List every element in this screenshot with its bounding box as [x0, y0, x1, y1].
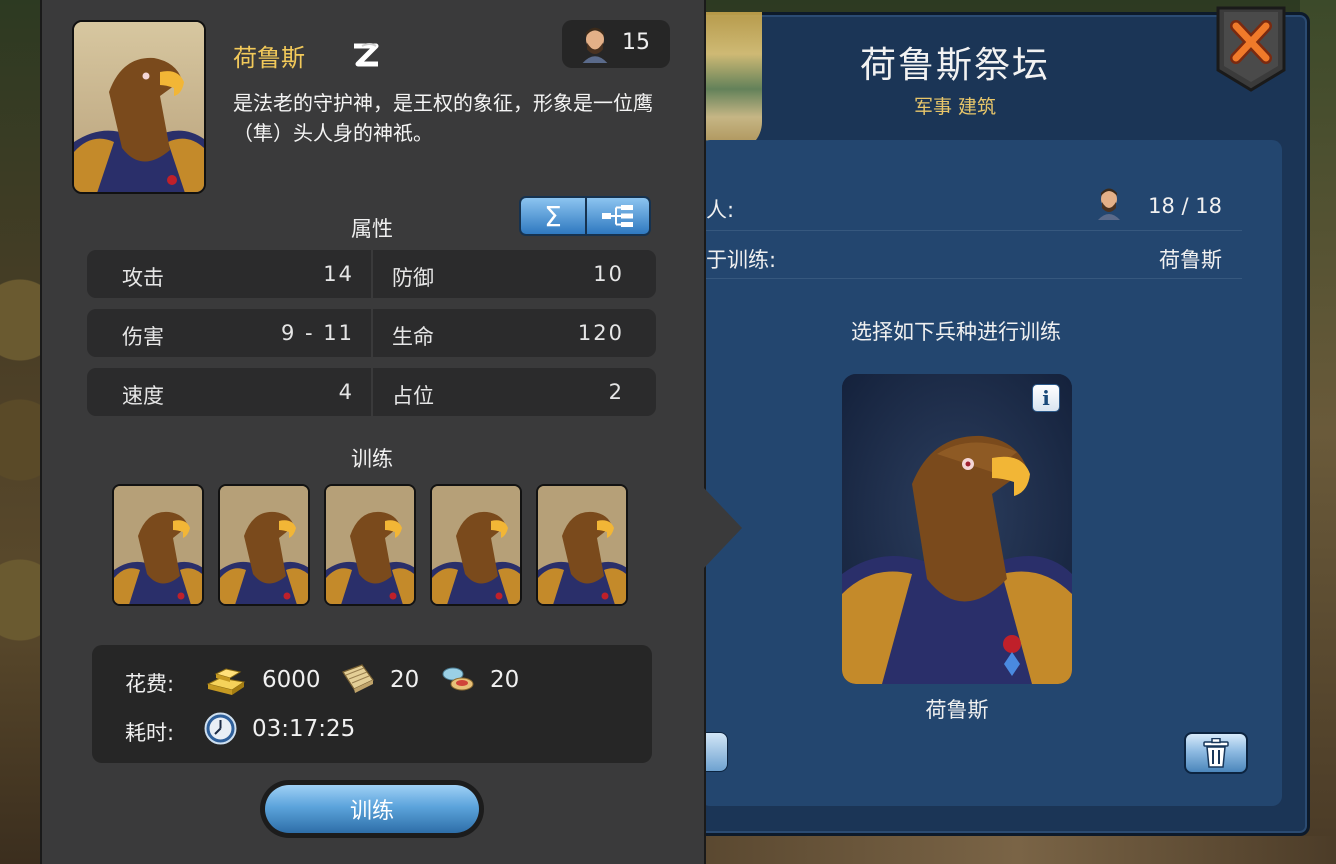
tier-2-icon	[354, 43, 379, 67]
gems-icon	[442, 667, 474, 691]
close-icon	[1216, 6, 1286, 92]
gold-icon	[206, 668, 246, 695]
time-label: 耗时:	[125, 721, 175, 745]
damage-label: 伤害	[122, 325, 164, 349]
training-slot[interactable]	[218, 484, 310, 606]
horus-thumb	[538, 486, 626, 604]
horus-thumb	[326, 486, 414, 604]
close-button[interactable]	[1216, 6, 1286, 92]
row-divider	[706, 278, 1242, 279]
tree-icon	[601, 205, 633, 227]
horus-thumb	[220, 486, 308, 604]
training-slot[interactable]	[112, 484, 204, 606]
unit-card-name: 荷鲁斯	[925, 698, 989, 722]
damage-value: 9 - 11	[280, 321, 354, 345]
map-bottom-strip	[700, 836, 1336, 864]
popup-pointer	[704, 488, 742, 568]
train-button[interactable]: 训练	[260, 780, 484, 838]
attack-value: 14	[323, 262, 354, 286]
training-slot[interactable]	[430, 484, 522, 606]
training-time: 03:17:25	[252, 716, 356, 742]
training-slot[interactable]	[324, 484, 416, 606]
choose-unit-prompt: 选择如下兵种进行训练	[851, 320, 1061, 344]
population-row-label: 人:	[706, 198, 735, 222]
horus-thumb	[432, 486, 520, 604]
population-icon	[582, 27, 608, 63]
size-label: 占位	[392, 384, 434, 408]
clock-icon	[204, 712, 237, 745]
health-label: 生命	[392, 325, 434, 349]
unit-portrait	[72, 20, 206, 194]
sum-view-button[interactable]: Σ	[521, 198, 585, 234]
unit-info-button[interactable]: i	[1032, 384, 1060, 412]
stat-divider	[371, 368, 373, 416]
altar-statue-art	[700, 12, 762, 152]
train-button-label: 训练	[265, 785, 479, 833]
trash-icon	[1203, 738, 1229, 768]
training-row-label: 于训练:	[706, 248, 777, 272]
population-value: 18 / 18	[1148, 194, 1222, 218]
unit-name-title: 荷鲁斯	[233, 44, 305, 72]
stat-divider	[371, 309, 373, 357]
papyrus-cost: 20	[390, 667, 420, 693]
gold-cost: 6000	[262, 667, 321, 693]
speed-label: 速度	[122, 384, 164, 408]
trash-button[interactable]	[1184, 732, 1248, 774]
training-unit-value: 荷鲁斯	[1159, 248, 1222, 272]
horus-portrait-small	[74, 22, 204, 192]
training-title: 训练	[351, 447, 393, 471]
population-cost-box	[562, 20, 670, 68]
defense-value: 10	[593, 262, 624, 286]
papyrus-icon	[342, 664, 374, 693]
tree-view-button[interactable]	[584, 198, 649, 234]
attributes-title: 属性	[351, 217, 393, 241]
row-divider	[706, 230, 1242, 231]
horus-thumb	[114, 486, 202, 604]
size-value: 2	[608, 380, 624, 404]
defense-label: 防御	[392, 266, 434, 290]
population-cost-value: 15	[622, 30, 650, 55]
stat-divider	[371, 250, 373, 298]
altar-subtitle: 军事 建筑	[913, 96, 997, 118]
training-slot[interactable]	[536, 484, 628, 606]
health-value: 120	[577, 321, 624, 345]
cost-label: 花费:	[125, 672, 175, 696]
altar-title: 荷鲁斯祭坛	[859, 45, 1050, 86]
unit-description: 是法老的守护神，是王权的象征，形象是一位鹰（隼）头人身的神祇。	[233, 91, 653, 145]
horus-unit-card[interactable]	[842, 374, 1072, 684]
speed-value: 4	[338, 380, 354, 404]
attack-label: 攻击	[122, 266, 164, 290]
stats-view-toggle: Σ	[519, 196, 651, 236]
horus-portrait	[842, 374, 1072, 684]
gems-cost: 20	[490, 667, 520, 693]
